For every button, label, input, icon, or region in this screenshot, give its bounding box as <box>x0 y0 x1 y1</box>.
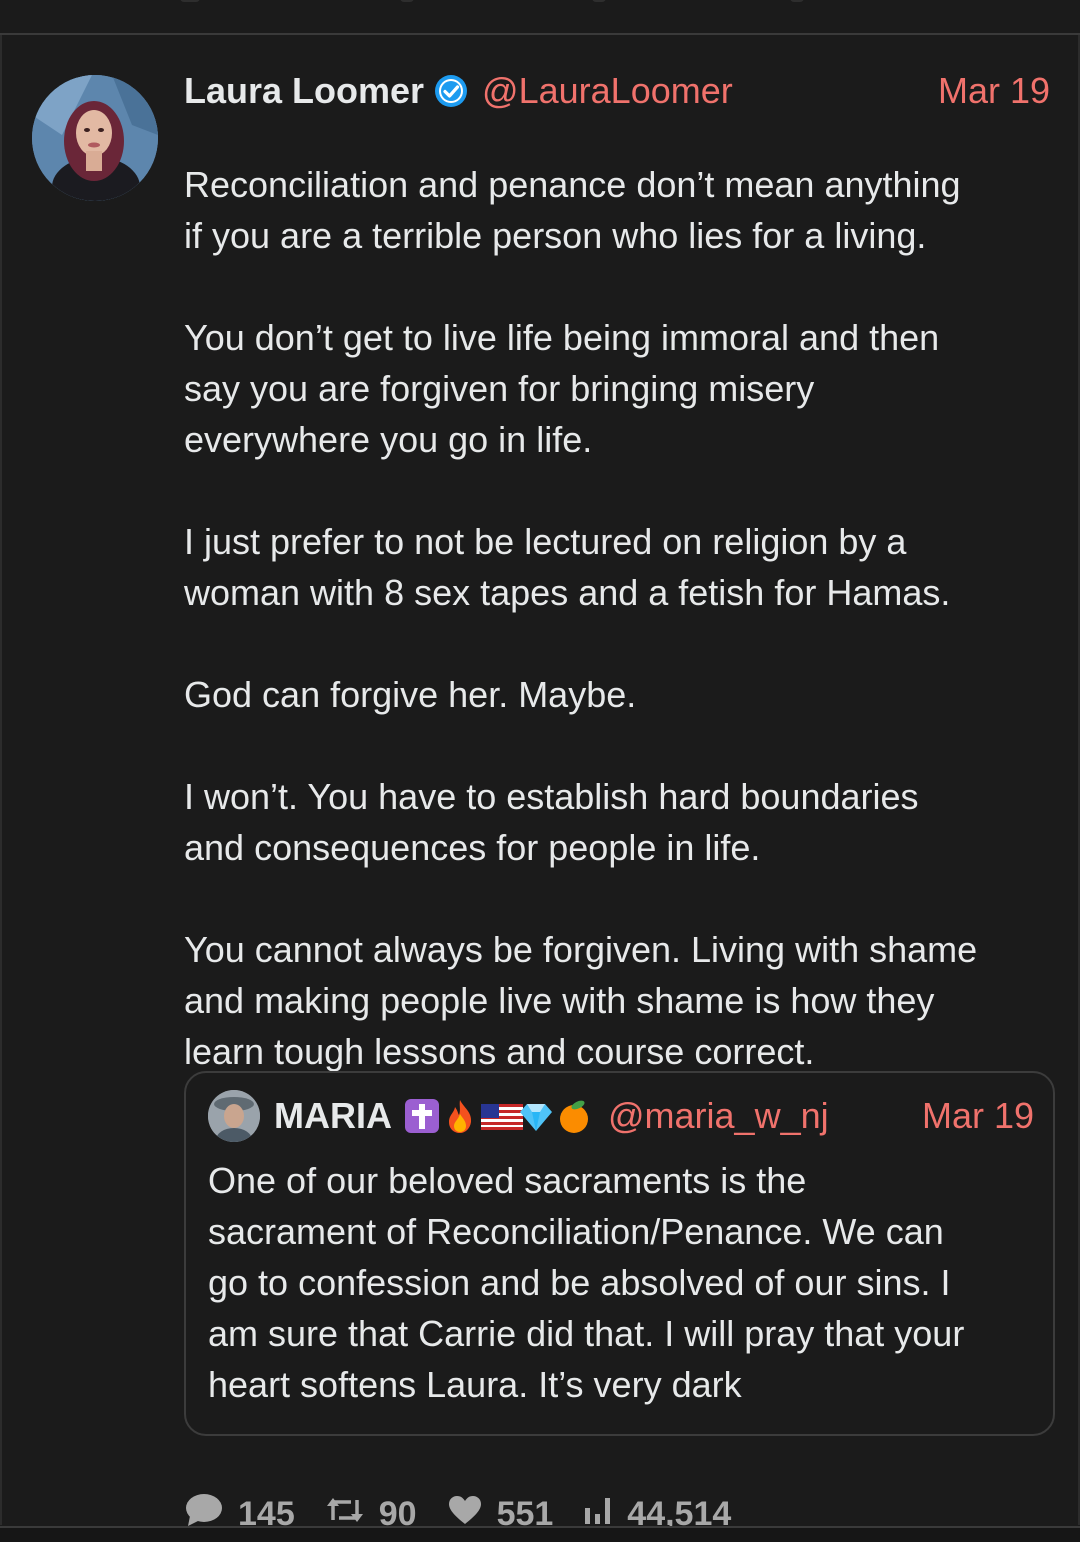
tweet-paragraph: You cannot always be forgiven. Living wi… <box>184 929 978 1072</box>
tweet-paragraph: Reconciliation and penance don’t mean an… <box>184 164 961 256</box>
quoted-tweet-header: MARIA @maria_w_nj Mar 19 <box>208 1090 1034 1142</box>
quoted-tweet[interactable]: MARIA @maria_w_nj Mar 19 One of our belo… <box>184 1071 1055 1436</box>
latin-cross-emoji-icon <box>404 1098 440 1134</box>
verified-badge-icon <box>434 74 468 108</box>
author-handle[interactable]: @LauraLoomer <box>482 70 733 112</box>
tweet-paragraph: You don’t get to live life being immoral… <box>184 317 940 460</box>
us-flag-emoji-icon <box>480 1098 523 1134</box>
quoted-author-avatar[interactable] <box>208 1090 260 1142</box>
tweet-paragraph: God can forgive her. Maybe. <box>184 674 637 715</box>
tweet-paragraph: I won’t. You have to establish hard boun… <box>184 776 919 868</box>
quoted-tweet-body: One of our beloved sacraments is the sac… <box>208 1160 965 1405</box>
quoted-author-name[interactable]: MARIA <box>274 1095 392 1137</box>
tweet-date[interactable]: Mar 19 <box>938 70 1050 112</box>
gem-emoji-icon <box>518 1098 554 1134</box>
tangerine-emoji-icon <box>556 1098 592 1134</box>
clipped-previous-content <box>790 0 804 2</box>
clipped-previous-content <box>180 0 200 2</box>
clipped-previous-content <box>592 0 606 2</box>
author-name[interactable]: Laura Loomer <box>184 70 424 112</box>
tweet-paragraph: I just prefer to not be lectured on reli… <box>184 521 951 613</box>
author-emoji-group <box>404 1098 594 1134</box>
author-avatar[interactable] <box>32 75 158 201</box>
fire-emoji-icon <box>442 1098 478 1134</box>
tweet-card[interactable]: Laura Loomer @LauraLoomer Mar 19 Reconci… <box>0 35 1080 1533</box>
quoted-tweet-date[interactable]: Mar 19 <box>922 1095 1034 1137</box>
tweet-header: Laura Loomer @LauraLoomer Mar 19 <box>184 69 1054 113</box>
quoted-author-handle[interactable]: @maria_w_nj <box>608 1095 829 1137</box>
clipped-previous-content <box>400 0 414 2</box>
tweet-body: Reconciliation and penance don’t mean an… <box>184 159 1064 1077</box>
